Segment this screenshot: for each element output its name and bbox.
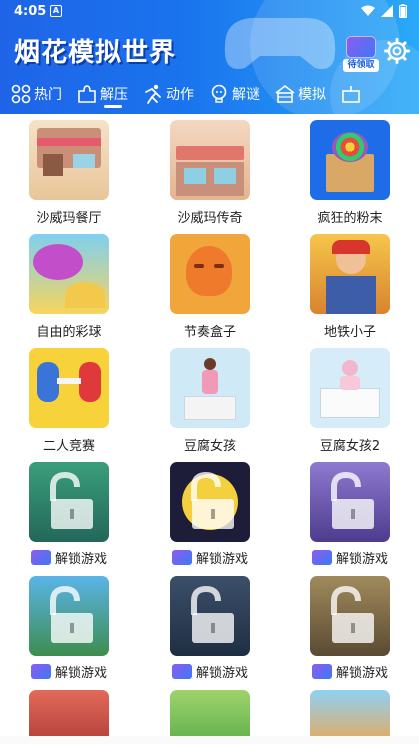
game-card[interactable]: 节奏盒子 <box>155 228 265 340</box>
game-card[interactable]: 自由的彩球 <box>14 228 124 340</box>
tab-label: 解谜 <box>232 87 260 103</box>
tab-puzzle[interactable]: 解谜 <box>208 76 260 112</box>
puzzle-grid-icon <box>11 84 31 104</box>
status-time: 4:05 <box>14 4 47 19</box>
tab-action[interactable]: 动作 <box>142 76 194 112</box>
reward-label: 待领取 <box>343 59 379 72</box>
app-root: { "status_bar": { "time": "4:05", "notif… <box>0 0 419 744</box>
game-card[interactable] <box>295 684 405 744</box>
tab-more[interactable] <box>340 76 364 112</box>
tab-label: 解压 <box>100 87 128 103</box>
game-card[interactable]: 沙威玛传奇 <box>155 114 265 226</box>
gift-box-icon <box>171 664 192 679</box>
game-card[interactable]: 疯狂的粉末 <box>295 114 405 226</box>
signal-icon <box>381 5 393 17</box>
locked-game-card[interactable]: 解锁游戏 <box>155 570 265 681</box>
battery-icon <box>399 4 407 18</box>
game-title: 解锁游戏 <box>195 666 248 681</box>
game-card[interactable]: 二人竞赛 <box>14 342 124 454</box>
settings-gear-icon[interactable] <box>384 38 410 64</box>
game-title: 地铁小子 <box>323 325 376 340</box>
game-thumbnail <box>170 120 250 200</box>
tab-label: 动作 <box>166 87 194 103</box>
game-thumbnail <box>170 234 250 314</box>
running-figure-icon <box>145 84 161 104</box>
game-thumbnail <box>310 348 390 428</box>
gift-box-icon <box>311 664 332 679</box>
game-thumbnail <box>310 120 390 200</box>
game-card[interactable]: 豆腐女孩 <box>155 342 265 454</box>
game-thumbnail <box>29 234 109 314</box>
locked-game-card[interactable]: 解锁游戏 <box>295 570 405 681</box>
unlock-padlock-icon <box>29 576 109 656</box>
unlock-padlock-icon <box>170 462 250 542</box>
tab-label: 热门 <box>34 87 62 103</box>
notification-icon: A <box>50 5 62 17</box>
game-thumbnail <box>29 348 109 428</box>
gift-box-icon <box>30 550 51 565</box>
game-title: 节奏盒子 <box>183 325 236 340</box>
system-navigation-bar <box>0 736 419 744</box>
game-title: 豆腐女孩 <box>183 439 236 454</box>
game-title: 解锁游戏 <box>335 666 388 681</box>
game-title: 解锁游戏 <box>54 666 107 681</box>
game-thumbnail <box>170 462 250 542</box>
wifi-icon <box>361 5 375 16</box>
locked-game-card[interactable]: 解锁游戏 <box>295 456 405 567</box>
building-icon <box>275 84 295 103</box>
category-tabs: 热门 解压 动作 解谜 模拟 <box>0 76 378 112</box>
game-card[interactable] <box>155 684 265 744</box>
unlock-game-label: 解锁游戏 <box>155 662 265 681</box>
unlock-game-label: 解锁游戏 <box>155 548 265 567</box>
unlock-game-label: 解锁游戏 <box>14 662 124 681</box>
game-thumbnail <box>29 576 109 656</box>
game-title: 解锁游戏 <box>335 552 388 567</box>
tab-simulation[interactable]: 模拟 <box>274 76 326 112</box>
game-thumbnail <box>310 576 390 656</box>
tab-hot[interactable]: 热门 <box>10 76 62 112</box>
puzzle-piece-icon <box>78 85 96 103</box>
gift-box-icon <box>171 550 192 565</box>
locked-game-card[interactable]: 解锁游戏 <box>14 570 124 681</box>
game-card[interactable]: 地铁小子 <box>295 228 405 340</box>
game-thumbnail <box>170 576 250 656</box>
tab-label: 模拟 <box>298 87 326 103</box>
tab-relax[interactable]: 解压 <box>76 76 128 112</box>
gift-box-icon <box>346 36 376 58</box>
system-icons <box>361 4 407 18</box>
reward-button[interactable]: 待领取 <box>343 36 379 72</box>
game-thumbnail <box>170 348 250 428</box>
unlock-game-label: 解锁游戏 <box>295 548 405 567</box>
app-header: 4:05 A 烟花模拟世界 待领取 热门 解压 动作 解谜 模拟 <box>0 0 419 114</box>
lightbulb-icon <box>211 84 227 103</box>
game-title: 二人竞赛 <box>42 439 95 454</box>
game-title: 豆腐女孩2 <box>319 439 381 454</box>
unlock-padlock-icon <box>170 576 250 656</box>
gift-box-icon <box>311 550 332 565</box>
game-thumbnail <box>29 462 109 542</box>
gift-box-icon <box>30 664 51 679</box>
game-title: 沙威玛传奇 <box>177 211 243 226</box>
locked-game-card[interactable]: 解锁游戏 <box>14 456 124 567</box>
game-title: 解锁游戏 <box>195 552 248 567</box>
locked-game-card[interactable]: 解锁游戏 <box>155 456 265 567</box>
app-title: 烟花模拟世界 <box>14 38 177 68</box>
game-title: 疯狂的粉末 <box>317 211 383 226</box>
game-card[interactable]: 沙威玛餐厅 <box>14 114 124 226</box>
status-bar: 4:05 A <box>0 0 419 24</box>
game-card[interactable] <box>14 684 124 744</box>
unlock-padlock-icon <box>310 462 390 542</box>
unlock-padlock-icon <box>29 462 109 542</box>
more-category-icon <box>342 86 360 103</box>
game-title: 自由的彩球 <box>36 325 102 340</box>
game-thumbnail <box>29 120 109 200</box>
game-title: 沙威玛餐厅 <box>36 211 102 226</box>
unlock-game-label: 解锁游戏 <box>295 662 405 681</box>
unlock-game-label: 解锁游戏 <box>14 548 124 567</box>
game-title: 解锁游戏 <box>54 552 107 567</box>
game-card[interactable]: 豆腐女孩2 <box>295 342 405 454</box>
unlock-padlock-icon <box>310 576 390 656</box>
game-thumbnail <box>310 462 390 542</box>
game-thumbnail <box>310 234 390 314</box>
